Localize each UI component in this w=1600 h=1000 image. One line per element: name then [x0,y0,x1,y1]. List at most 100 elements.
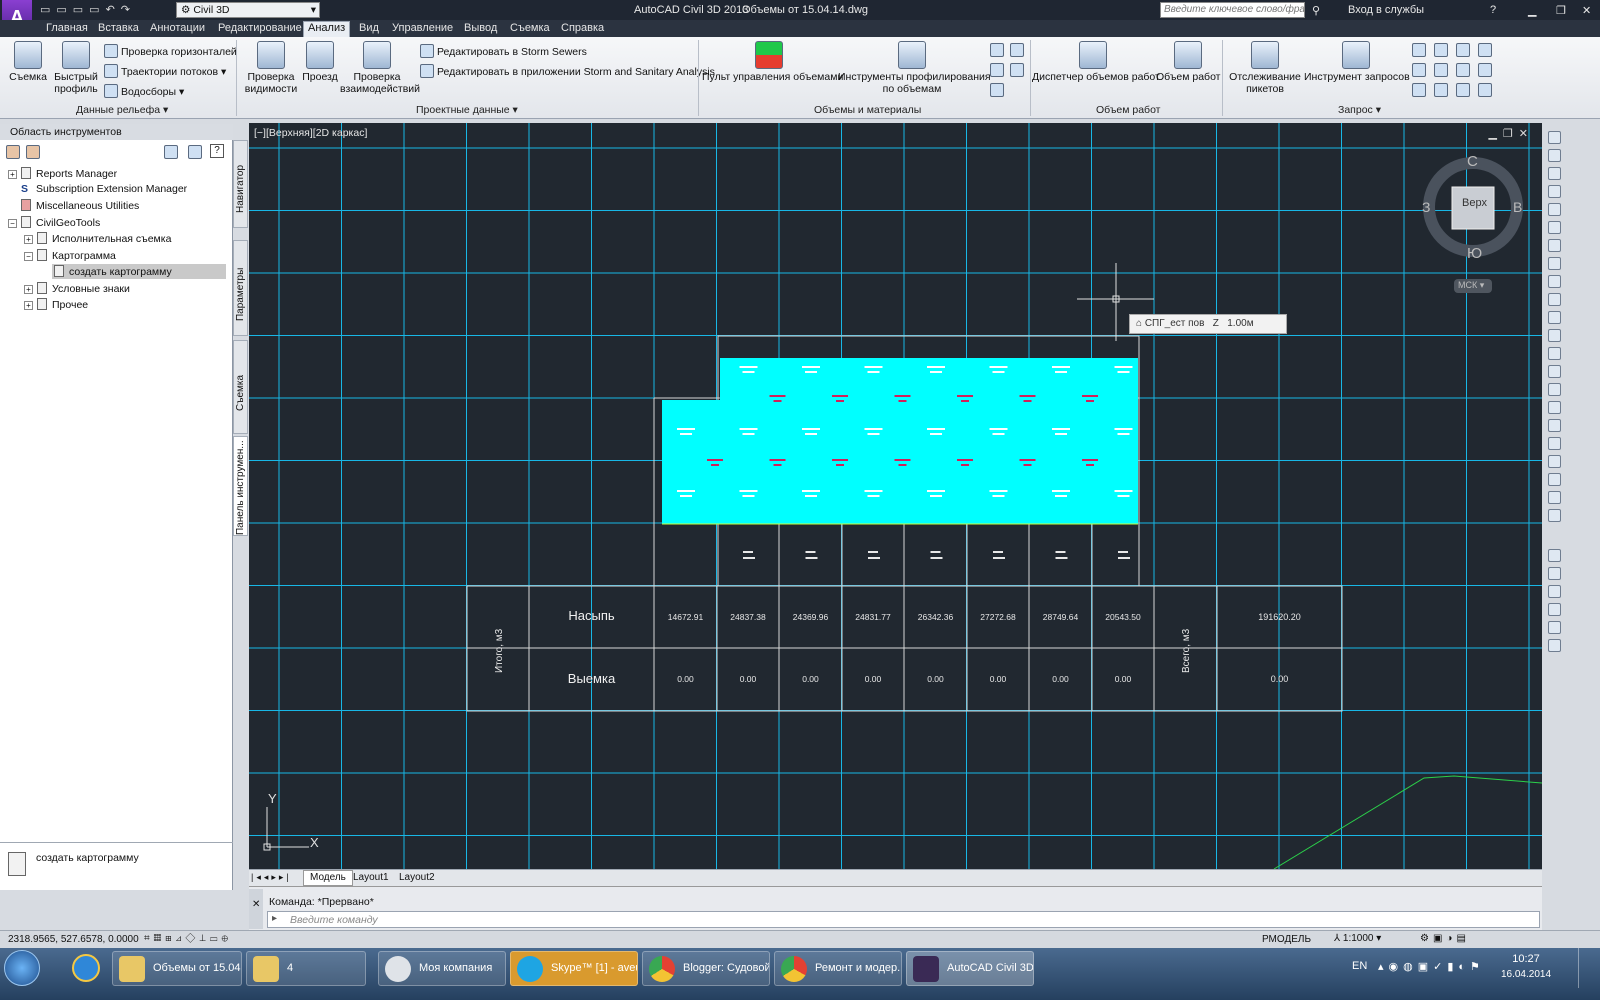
toolbox-edit-icon[interactable] [26,145,40,159]
draw-tool-icon[interactable] [1548,621,1561,634]
tree-item-subscription[interactable]: S Subscription Extension Manager [8,183,187,195]
expand-icon[interactable]: + [24,285,33,294]
toggle-icon[interactable] [164,145,178,159]
draw-tool-icon[interactable] [1548,549,1561,562]
command-line-grip[interactable]: ✕ [249,889,263,929]
draw-tool-icon[interactable] [1548,585,1561,598]
sum-icon[interactable] [1456,63,1470,77]
tree-item-civilgeotools[interactable]: − CivilGeoTools [8,216,100,229]
taskbar-item-company[interactable]: Моя компания [378,951,506,986]
expand-icon[interactable]: + [24,301,33,310]
close-button[interactable]: ✕ [1582,4,1591,17]
minimize-button[interactable]: ▁ [1528,4,1536,17]
draw-tool-icon[interactable] [1548,257,1561,270]
taskbar-item-explorer[interactable]: Объемы от 15.04... [112,951,242,986]
language-indicator[interactable]: EN [1352,960,1367,972]
viewcube-north[interactable]: С [1467,153,1478,170]
draw-tool-icon[interactable] [1548,567,1561,580]
storm-sewers-button[interactable]: Редактировать в Storm Sewers [420,44,587,58]
table-icon[interactable] [990,83,1004,97]
annotation-scale[interactable]: ⅄ 1:1000 ▾ [1334,933,1381,944]
tab-analyze[interactable]: Анализ [303,21,351,37]
measure-icon[interactable] [1434,83,1448,97]
taskbar-item-folder[interactable]: 4 [246,951,366,986]
show-desktop-button[interactable] [1578,948,1600,988]
measure-icon[interactable] [1478,43,1492,57]
tab-help[interactable]: Справка [561,22,604,34]
draw-tool-icon[interactable] [1548,455,1561,468]
tab-layout1[interactable]: Layout1 [349,871,393,884]
tab-navigator[interactable]: Навигатор [233,140,248,228]
tree-item-cartogram[interactable]: − Картограмма [24,249,116,262]
table-icon[interactable] [990,43,1004,57]
draw-tool-icon[interactable] [1548,185,1561,198]
draw-tool-icon[interactable] [1548,365,1561,378]
workspace-dropdown[interactable]: ⚙ Civil 3D ▾ [176,2,320,18]
table-icon[interactable] [1010,43,1024,57]
draw-tool-icon[interactable] [1548,347,1561,360]
measure-icon[interactable] [1456,43,1470,57]
panel-icon[interactable] [188,145,202,159]
check-contours-button[interactable]: Проверка горизонталей [104,44,237,58]
draw-tool-icon[interactable] [1548,639,1561,652]
draw-tool-icon[interactable] [1548,509,1561,522]
drive-button[interactable]: Проезд [302,41,338,83]
tree-item-misc-utilities[interactable]: Miscellaneous Utilities [8,199,139,212]
calculator-icon[interactable] [1478,83,1492,97]
tree-item-asbuilt[interactable]: + Исполнительная съемка [24,232,171,245]
panel-relief-title[interactable]: Данные рельефа ▾ [76,104,168,116]
tab-settings[interactable]: Параметры [233,240,248,336]
panel-design-title[interactable]: Проектные данные ▾ [416,104,518,116]
station-tracker-button[interactable]: Отслеживание пикетов [1228,41,1302,95]
inquiry-tool-button[interactable]: Инструмент запросов [1304,41,1410,83]
draw-tool-icon[interactable] [1548,419,1561,432]
tree-item-reports-manager[interactable]: + Reports Manager [8,167,117,180]
tab-insert[interactable]: Вставка [98,22,139,34]
interference-check-button[interactable]: Проверка взаимодействий [340,41,420,95]
visibility-check-button[interactable]: Проверка видимости [244,41,298,95]
tab-survey[interactable]: Съемка [510,22,550,34]
quick-profile-button[interactable]: Быстрый профиль [52,41,100,95]
draw-tool-icon[interactable] [1548,329,1561,342]
qto-manager-button[interactable]: Диспетчер объемов работ [1032,41,1160,83]
ie-icon[interactable] [72,954,100,982]
draw-tool-icon[interactable] [1548,491,1561,504]
grading-volume-tools-button[interactable]: Инструменты профилирования по объемам [838,41,991,95]
collapse-icon[interactable]: − [24,252,33,261]
draw-tool-icon[interactable] [1548,437,1561,450]
start-button[interactable] [4,950,40,986]
draw-tool-icon[interactable] [1548,401,1561,414]
tab-view[interactable]: Вид [359,22,379,34]
tree-item-other[interactable]: + Прочее [24,298,88,311]
search-icon[interactable]: ⚲ [1312,4,1320,17]
draw-tool-icon[interactable] [1548,275,1561,288]
viewcube-west[interactable]: З [1422,199,1430,215]
quick-access-toolbar[interactable]: ▭▭▭▭↶↷ [40,3,170,17]
maximize-button[interactable]: ❐ [1556,4,1566,17]
draw-tool-icon[interactable] [1548,383,1561,396]
draw-tool-icon[interactable] [1548,603,1561,616]
measure-icon[interactable] [1478,63,1492,77]
tab-annotate[interactable]: Аннотации [150,22,205,34]
collapse-icon[interactable]: − [8,219,17,228]
viewcube-top-face[interactable]: Верх [1462,197,1487,209]
panel-inquiry-title[interactable]: Запрос ▾ [1338,104,1381,116]
draw-tool-icon[interactable] [1548,131,1561,144]
clock-icon[interactable] [1456,83,1470,97]
close-icon[interactable]: ✕ [252,899,260,910]
draw-tool-icon[interactable] [1548,473,1561,486]
help-icon[interactable]: ? [210,144,224,158]
wcs-menu[interactable]: МСК ▾ [1454,279,1492,293]
clock-date[interactable]: 16.04.2014 [1496,969,1556,980]
clock-time[interactable]: 10:27 [1496,953,1556,965]
toolbox-icon[interactable] [6,145,20,159]
taskbar-item-autocad[interactable]: AutoCAD Civil 3D... [906,951,1034,986]
tab-manage[interactable]: Управление [392,22,453,34]
sign-in-button[interactable]: Вход в службы [1348,4,1424,16]
draw-tool-icon[interactable] [1548,293,1561,306]
survey-button[interactable]: Съемка [8,41,48,83]
watersheds-button[interactable]: Водосборы ▾ [104,84,184,98]
viewcube-south[interactable]: Ю [1467,245,1482,262]
expand-icon[interactable]: + [8,170,17,179]
drawing-canvas[interactable]: [−][Верхняя][2D каркас] ▁❐✕ Верх С Ю З В… [249,123,1542,869]
